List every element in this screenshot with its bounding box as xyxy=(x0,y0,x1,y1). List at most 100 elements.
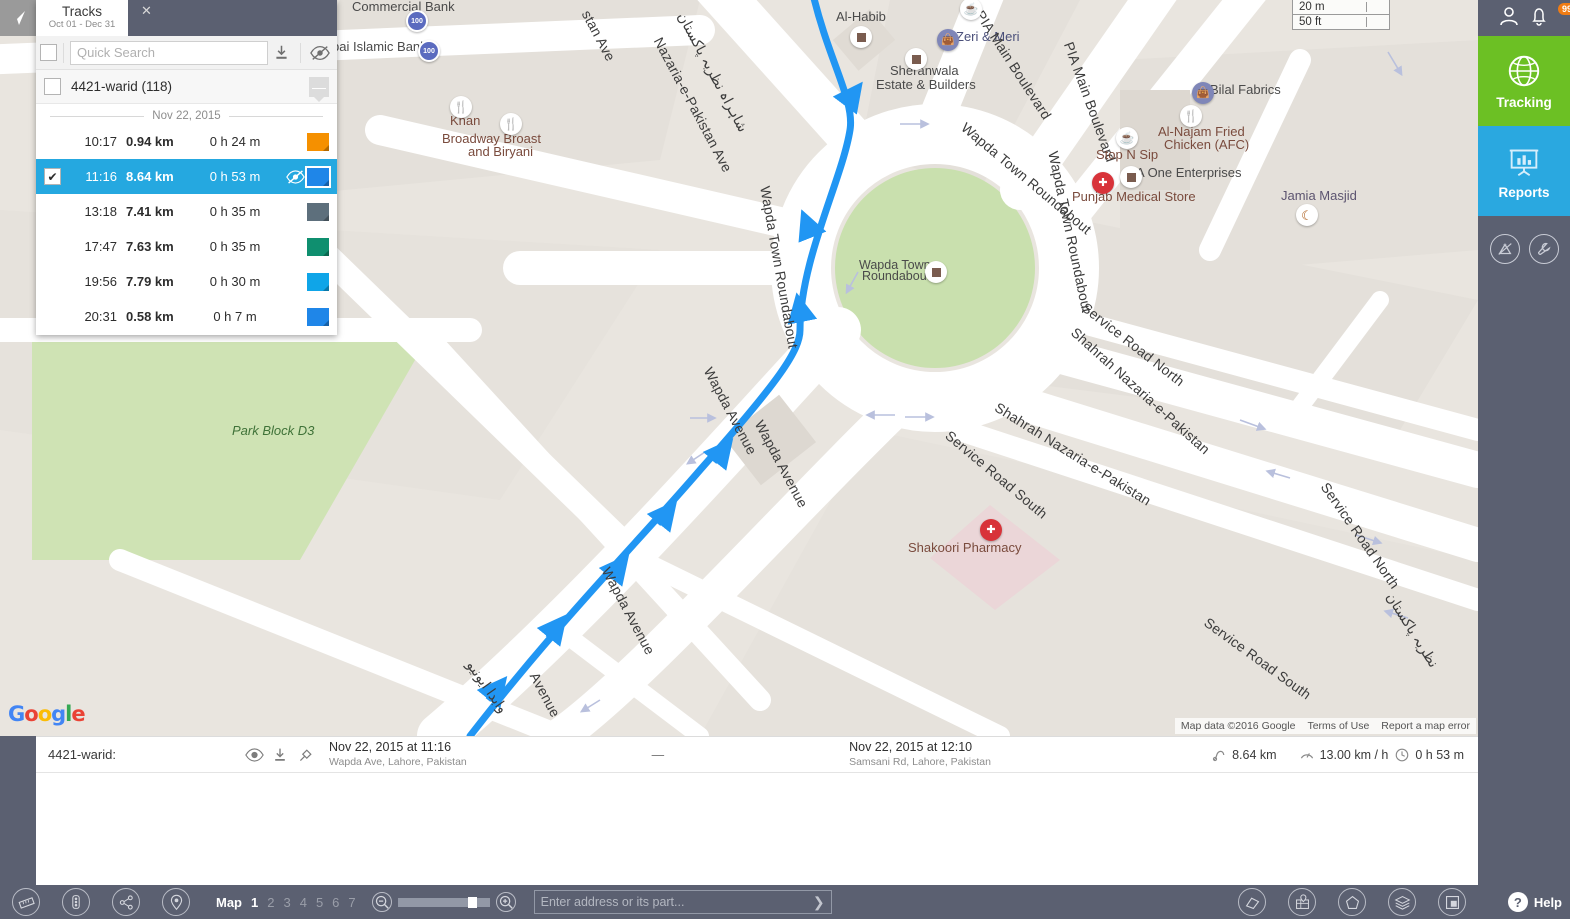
track-color-swatch[interactable] xyxy=(307,202,329,221)
map-page-selector[interactable]: Map 1 2 3 4 5 6 7 xyxy=(216,895,356,910)
wrench-icon[interactable] xyxy=(1528,234,1559,264)
sidebar-tracking-label: Tracking xyxy=(1496,95,1552,110)
map-page-4[interactable]: 4 xyxy=(300,895,307,910)
satellite-icon[interactable] xyxy=(293,747,319,763)
track-row[interactable]: 17:47 7.63 km 0 h 35 m xyxy=(36,229,337,264)
track-duration: 0 h 7 m xyxy=(213,309,257,324)
download-icon[interactable] xyxy=(268,40,294,66)
restaurant-icon: 🍴 xyxy=(1180,105,1202,127)
sidebar-reports-label: Reports xyxy=(1498,185,1550,200)
ruler-icon[interactable] xyxy=(12,888,40,916)
map-page-5[interactable]: 5 xyxy=(316,895,323,910)
geofence-add-icon[interactable]: + xyxy=(1489,234,1520,264)
share-icon[interactable] xyxy=(112,888,140,916)
content-pane xyxy=(36,773,1478,885)
tab-tracks[interactable]: Tracks Oct 01 - Dec 31 xyxy=(36,0,128,36)
sidebar-item-reports[interactable]: Reports xyxy=(1478,126,1570,216)
start-point: Nov 22, 2015 at 11:16 Wapda Ave, Lahore,… xyxy=(329,739,467,769)
bell-icon[interactable]: 99+ xyxy=(1528,2,1570,32)
track-color-swatch[interactable] xyxy=(305,165,331,188)
search-input[interactable] xyxy=(70,40,268,65)
track-group-row[interactable]: 4421-warid (118) — xyxy=(36,70,337,104)
end-address: Samsani Rd, Lahore, Pakistan xyxy=(849,755,991,768)
divider xyxy=(63,42,64,63)
track-row[interactable]: 19:56 7.79 km 0 h 30 m xyxy=(36,264,337,299)
marker-icon[interactable] xyxy=(162,888,190,916)
info-separator: — xyxy=(651,747,665,762)
zoom-in-icon[interactable] xyxy=(495,892,516,912)
restaurant-icon: 🍴 xyxy=(450,96,472,118)
download-icon[interactable] xyxy=(267,747,293,763)
divider-line xyxy=(228,115,324,117)
track-row[interactable]: 13:18 7.41 km 0 h 35 m xyxy=(36,194,337,229)
navigation-arrow-icon[interactable] xyxy=(0,0,36,36)
track-row[interactable]: 20:31 0.58 km 0 h 7 m xyxy=(36,299,337,331)
close-icon[interactable]: ✕ xyxy=(141,3,152,19)
track-color-swatch[interactable] xyxy=(307,307,329,326)
right-sidebar: 99+ Tracking Reports xyxy=(1478,0,1570,919)
group-checkbox[interactable] xyxy=(44,78,61,95)
attrib-report[interactable]: Report a map error xyxy=(1375,718,1476,734)
attrib-terms[interactable]: Terms of Use xyxy=(1301,718,1376,734)
eye-slash-icon[interactable] xyxy=(283,169,307,184)
track-distance: 0.94 km xyxy=(126,134,174,149)
sidebar-item-tracking[interactable]: Tracking xyxy=(1478,36,1570,126)
tracks-panel: Tracks Oct 01 - Dec 31 ✕ 4421-warid (118… xyxy=(36,0,337,335)
layers-icon[interactable] xyxy=(1388,888,1416,916)
group-label: 4421-warid (118) xyxy=(71,79,173,94)
bottom-right-tools xyxy=(1238,888,1466,916)
help-button[interactable]: ? Help xyxy=(1507,885,1562,919)
tracks-tab-title: Tracks xyxy=(62,4,102,19)
map-page-2[interactable]: 2 xyxy=(267,895,274,910)
zoom-slider-knob[interactable] xyxy=(467,896,477,908)
pharmacy-icon: ✚ xyxy=(1092,172,1114,194)
bank-icon: 100 xyxy=(406,10,428,32)
building-icon xyxy=(925,261,947,283)
info-unit-label: 4421-warid: xyxy=(48,747,116,762)
chevron-right-icon[interactable]: ❯ xyxy=(813,894,825,911)
track-row[interactable]: 11:16 8.64 km 0 h 53 m xyxy=(36,159,337,194)
traffic-light-icon[interactable] xyxy=(62,888,90,916)
track-row-checkbox[interactable] xyxy=(44,168,61,185)
google-logo: Google xyxy=(8,702,86,726)
eye-slash-icon[interactable] xyxy=(307,40,333,66)
track-color-swatch[interactable] xyxy=(307,272,329,291)
track-time: 19:56 xyxy=(84,274,117,289)
tracks-tab-daterange: Oct 01 - Dec 31 xyxy=(48,19,116,30)
track-distance: 7.63 km xyxy=(126,239,174,254)
address-input[interactable] xyxy=(540,895,813,909)
start-address: Wapda Ave, Lahore, Pakistan xyxy=(329,755,467,768)
end-point: Nov 22, 2015 at 12:10 Samsani Rd, Lahore… xyxy=(849,740,1189,769)
zoom-slider[interactable] xyxy=(397,896,490,908)
map-page-7[interactable]: 7 xyxy=(348,895,355,910)
zoom-out-icon[interactable] xyxy=(371,892,392,912)
select-all-checkbox[interactable] xyxy=(40,44,57,61)
eraser-icon[interactable] xyxy=(1238,888,1266,916)
scale-metric: 20 m xyxy=(1293,0,1389,15)
collapse-icon[interactable]: — xyxy=(309,77,329,102)
minimap-icon[interactable] xyxy=(1438,888,1466,916)
map-page-1[interactable]: 1 xyxy=(251,895,258,910)
sidebar-top-icons: 99+ xyxy=(1478,0,1570,36)
map-pin-grid-icon[interactable] xyxy=(1288,888,1316,916)
map-page-3[interactable]: 3 xyxy=(283,895,290,910)
map-page-6[interactable]: 6 xyxy=(332,895,339,910)
building-icon xyxy=(905,48,927,70)
shop-icon: 👜 xyxy=(1192,82,1214,104)
panel-bottom-edge xyxy=(36,331,337,335)
user-icon[interactable] xyxy=(1498,5,1520,32)
track-color-swatch[interactable] xyxy=(307,237,329,256)
pentagon-icon[interactable] xyxy=(1338,888,1366,916)
stat-distance: 8.64 km xyxy=(1211,747,1277,763)
tracks-list[interactable]: 10:17 0.94 km 0 h 24 m 11:16 8.64 km 0 h 53 m… xyxy=(36,124,337,331)
track-distance: 7.79 km xyxy=(126,274,174,289)
speed-value: 13.00 km / h xyxy=(1319,747,1389,762)
track-row[interactable]: 10:17 0.94 km 0 h 24 m xyxy=(36,124,337,159)
date-separator: Nov 22, 2015 xyxy=(36,104,337,124)
track-color-swatch[interactable] xyxy=(307,132,329,151)
track-time: 13:18 xyxy=(84,204,117,219)
shop-icon: 👜 xyxy=(937,29,959,51)
address-search-box[interactable]: ❯ xyxy=(533,890,832,914)
eye-icon[interactable] xyxy=(241,747,267,762)
start-datetime: Nov 22, 2015 at 11:16 xyxy=(329,739,452,754)
